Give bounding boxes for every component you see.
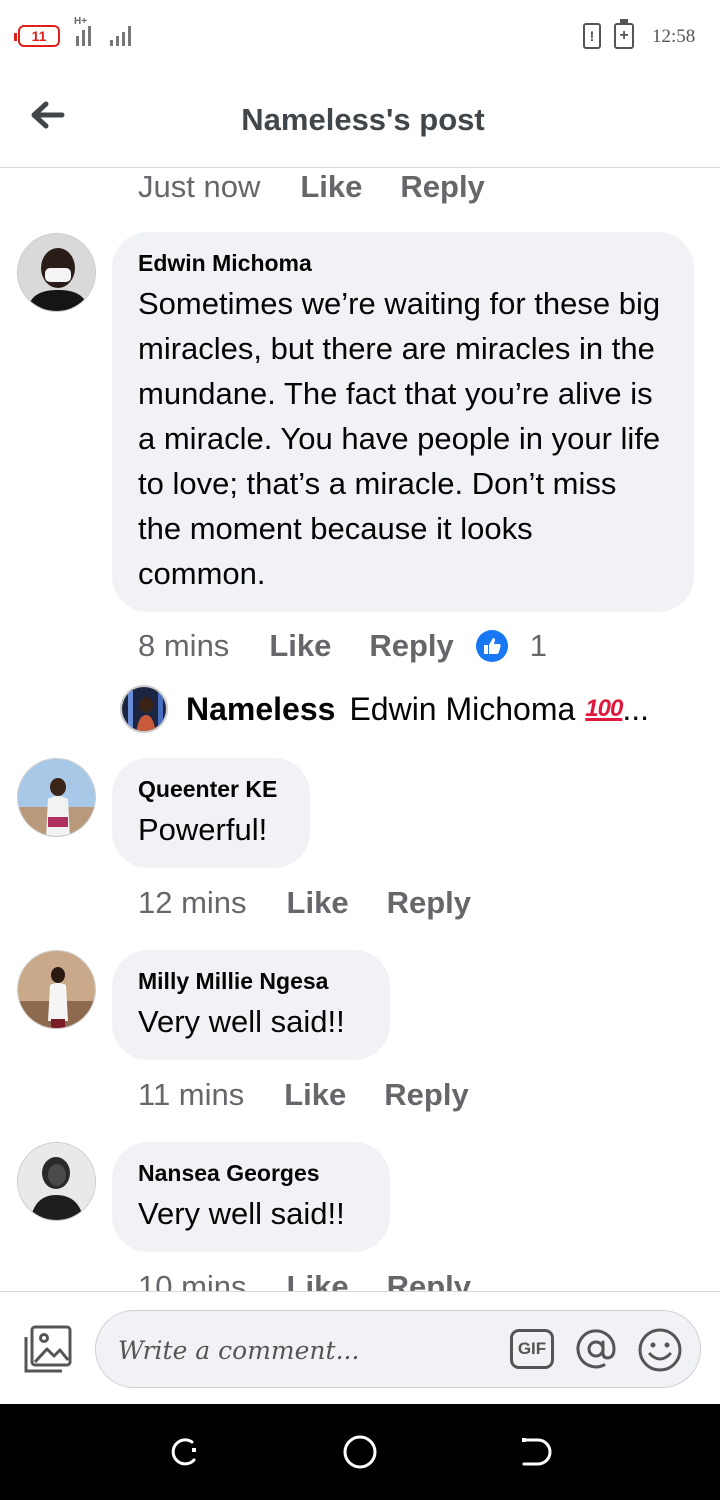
comment-author[interactable]: Edwin Michoma: [138, 250, 668, 277]
like-button[interactable]: Like: [284, 1077, 346, 1113]
comment-bubble: Milly Millie Ngesa Very well said!!: [112, 950, 390, 1060]
avatar[interactable]: [17, 758, 96, 837]
reply-preview[interactable]: Nameless Edwin Michoma 100 ...: [120, 685, 649, 733]
comment-time: Just now: [138, 169, 261, 204]
like-button[interactable]: Like: [287, 885, 349, 921]
avatar-image: [18, 234, 95, 311]
comment-meta-row: 11 mins Like Reply: [138, 1077, 507, 1113]
avatar[interactable]: [17, 950, 96, 1029]
comment-input[interactable]: [118, 1331, 498, 1369]
avatar-image: [18, 951, 95, 1028]
back-nav-button[interactable]: [518, 1434, 554, 1470]
signal-strength-icon-2: [110, 20, 131, 46]
reply-button[interactable]: Reply: [387, 1269, 471, 1291]
comment-text: Very well said!!: [138, 1196, 345, 1231]
comment-author[interactable]: Nansea Georges: [138, 1160, 364, 1187]
comment-time: 10 mins: [138, 1269, 247, 1291]
thumbs-up-icon[interactable]: [475, 630, 508, 662]
recents-icon: [171, 1438, 196, 1466]
comment-composer: GIF: [0, 1291, 720, 1404]
smiley-icon: [638, 1328, 682, 1372]
photo-icon: [24, 1325, 72, 1373]
gif-button[interactable]: GIF: [510, 1329, 554, 1369]
comment-author[interactable]: Queenter KE: [138, 776, 284, 803]
battery-charging-icon: +: [614, 19, 634, 49]
phone-alert-icon: !: [583, 23, 601, 49]
like-button[interactable]: Like: [300, 169, 362, 205]
thumbs-up-glyph: [483, 638, 501, 654]
hundred-points-icon: 100: [585, 695, 623, 722]
comment-bubble: Nansea Georges Very well said!!: [112, 1142, 390, 1252]
mention-button[interactable]: [574, 1327, 618, 1371]
comments-feed[interactable]: Just now Like Reply Edwin Michoma Someti…: [0, 169, 720, 1291]
reply-button[interactable]: Reply: [369, 628, 453, 664]
notification-badge: 11: [14, 25, 60, 47]
reaction-count[interactable]: 1: [530, 628, 547, 664]
signal-strength-icon: [76, 20, 91, 46]
comment-bubble: Edwin Michoma Sometimes we’re waiting fo…: [112, 232, 694, 612]
home-circle-icon: [343, 1435, 377, 1469]
avatar[interactable]: [17, 233, 96, 312]
like-button[interactable]: Like: [269, 628, 331, 664]
comment-time: 11 mins: [138, 1077, 245, 1112]
avatar-image: [122, 687, 166, 731]
reply-ellipsis: ...: [622, 690, 650, 727]
comment-meta-row: 10 mins Like Reply: [138, 1269, 509, 1291]
system-nav-bar: [0, 1404, 720, 1500]
comment-meta-row: Just now Like Reply: [138, 169, 523, 205]
avatar: [120, 685, 168, 733]
reply-button[interactable]: Reply: [400, 169, 484, 205]
page-title: Nameless's post: [241, 102, 485, 137]
recents-button[interactable]: [166, 1434, 202, 1470]
comment-text: Very well said!!: [138, 1004, 345, 1039]
comment-meta-row: 12 mins Like Reply: [138, 885, 509, 921]
avatar-image: [18, 759, 95, 836]
emoji-button[interactable]: [637, 1327, 683, 1373]
comment-text: Powerful!: [138, 812, 268, 847]
at-sign-icon: [576, 1329, 616, 1369]
comment-bubble: Queenter KE Powerful!: [112, 758, 310, 868]
reply-text: Edwin Michoma: [349, 690, 576, 727]
reply-button[interactable]: Reply: [387, 885, 471, 921]
avatar-image: [18, 1143, 95, 1220]
back-nav-icon: [522, 1438, 552, 1466]
comment-author[interactable]: Milly Millie Ngesa: [138, 968, 364, 995]
comment-text: Sometimes we’re waiting for these big mi…: [138, 286, 661, 591]
avatar[interactable]: [17, 1142, 96, 1221]
post-header: Nameless's post: [0, 72, 720, 168]
photo-button[interactable]: [22, 1323, 74, 1375]
like-button[interactable]: Like: [287, 1269, 349, 1291]
comment-box: GIF: [95, 1310, 701, 1388]
home-button[interactable]: [342, 1434, 378, 1470]
comment-meta-row: 8 mins Like Reply 1: [138, 628, 547, 664]
comment-time: 12 mins: [138, 885, 247, 920]
status-clock: 12:58: [652, 26, 696, 47]
status-bar: 11 H+ ! + 12:58: [0, 0, 720, 72]
reply-button[interactable]: Reply: [384, 1077, 468, 1113]
reply-author: Nameless: [186, 690, 336, 727]
comment-time: 8 mins: [138, 628, 230, 663]
